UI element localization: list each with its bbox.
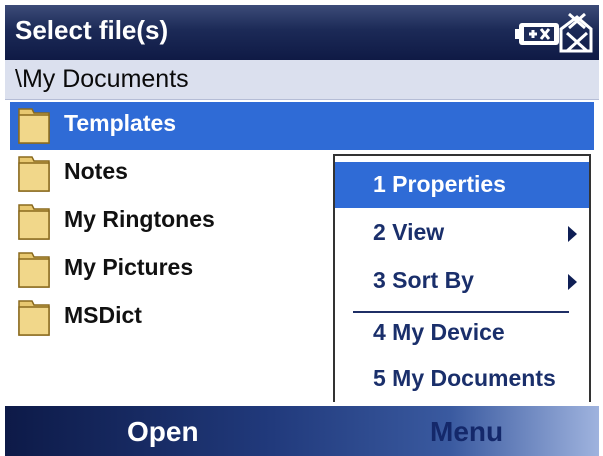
window-title: Select file(s): [15, 15, 169, 45]
open-softkey[interactable]: Open: [127, 416, 199, 448]
current-path: \My Documents: [15, 65, 189, 93]
menu-item-label: 5 My Documents: [373, 365, 556, 391]
title-bar: Select file(s): [5, 5, 599, 60]
softkey-bar: Open Menu: [5, 406, 599, 456]
submenu-arrow-icon: [568, 226, 577, 242]
battery-icon: [515, 23, 559, 45]
file-name: My Ringtones: [64, 206, 215, 232]
menu-item-properties[interactable]: 1 Properties: [335, 162, 589, 208]
menu-item-label: 4 My Device: [373, 319, 505, 345]
file-name: Templates: [64, 110, 177, 136]
folder-icon: [18, 108, 50, 144]
no-signal-icon: [559, 12, 593, 53]
menu-item-label: 3 Sort By: [373, 267, 474, 293]
path-bar: \My Documents: [5, 60, 599, 100]
context-menu: 1 Properties 2 View 3 Sort By 4 My Devic…: [333, 154, 591, 402]
folder-icon: [18, 156, 50, 192]
menu-item-sort-by[interactable]: 3 Sort By: [335, 258, 589, 304]
menu-item-label: 2 View: [373, 219, 445, 245]
menu-item-view[interactable]: 2 View: [335, 210, 589, 256]
menu-item-my-documents[interactable]: 5 My Documents: [335, 356, 589, 402]
folder-icon: [18, 252, 50, 288]
file-name: My Pictures: [64, 254, 194, 280]
submenu-arrow-icon: [568, 274, 577, 290]
menu-item-label: 1 Properties: [373, 171, 506, 197]
folder-icon: [18, 300, 50, 336]
folder-icon: [18, 204, 50, 240]
file-name: Notes: [64, 158, 128, 184]
status-icons: [515, 12, 593, 53]
menu-item-my-device[interactable]: 4 My Device: [335, 310, 589, 356]
file-name: MSDict: [64, 302, 142, 328]
menu-softkey[interactable]: Menu: [430, 416, 503, 448]
list-item[interactable]: Templates: [10, 102, 594, 150]
